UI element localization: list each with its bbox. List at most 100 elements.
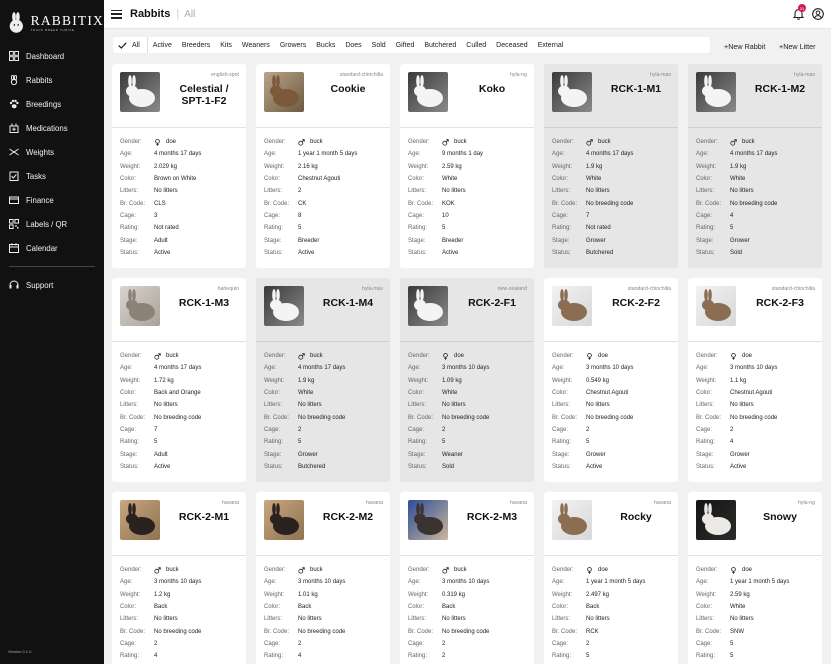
tab-active[interactable]: Active (148, 37, 177, 53)
detail-value-br-code: No breeding code (586, 200, 634, 207)
sidebar-item-labels-qr[interactable]: Labels / QR (0, 212, 104, 236)
detail-value-wrap: 4 months 17 days (586, 151, 633, 157)
detail-row-gender: Gender: buck (120, 564, 246, 576)
rabbit-card[interactable]: havana RCK-2-M2 Gender: buck Age: 3 months 10… (256, 492, 390, 664)
rabbit-name: Celestial / SPT-1-F2 (179, 83, 229, 108)
detail-value-wrap: 1.1 kg (730, 378, 746, 384)
tab-butchered[interactable]: Butchered (419, 37, 461, 53)
male-icon (442, 566, 449, 574)
tab-culled[interactable]: Culled (461, 37, 491, 53)
account-icon[interactable] (812, 8, 824, 20)
detail-label: Weight: (696, 591, 717, 598)
rabbit-card[interactable]: hyla-ng Koko Gender: buck Age: 9 months 1 day… (400, 64, 534, 268)
detail-row-rating: Rating: 5 (264, 222, 390, 234)
rabbit-photo (264, 72, 304, 112)
detail-row-status: Status: Butchered (552, 247, 678, 259)
tab-growers[interactable]: Growers (275, 37, 311, 53)
detail-value-gender: doe (166, 139, 177, 146)
detail-label: Color: (408, 390, 425, 397)
detail-value-wrap: 2 (298, 188, 301, 194)
detail-label: Status: (408, 463, 427, 470)
rabbit-photo (120, 286, 160, 326)
detail-row-litters: Litters: No litters (408, 613, 534, 625)
rabbit-card[interactable]: havana RCK-2-M3 Gender: buck Age: 3 months 10… (400, 492, 534, 664)
detail-value-color: White (442, 176, 458, 183)
tab-sold[interactable]: Sold (367, 37, 391, 53)
logo[interactable]: RABBITIX TRACK BREED THRIVE (0, 4, 104, 42)
sidebar-item-medications[interactable]: Medications (0, 116, 104, 140)
rabbit-card[interactable]: english-spot Celestial / SPT-1-F2 Gender: d… (112, 64, 246, 268)
rabbit-card[interactable]: hyla-max RCK-1-M4 Gender: buck Age: 4 months … (256, 278, 390, 482)
detail-label: Age: (120, 579, 133, 586)
detail-value-color: Chestnut Agouti (730, 390, 773, 397)
detail-label: Litters: (552, 188, 571, 195)
detail-value-status: Butchered (586, 249, 614, 256)
sidebar-item-calendar[interactable]: Calendar (0, 236, 104, 260)
sidebar-item-finance[interactable]: Finance (0, 188, 104, 212)
rabbit-photo (696, 500, 736, 540)
detail-value-wrap: No litters (298, 616, 322, 622)
sidebar-item-breedings[interactable]: Breedings (0, 92, 104, 116)
card-header: new-zealand RCK-2-F1 (400, 278, 534, 342)
detail-value-wrap: 5 (586, 439, 589, 445)
rabbit-photo (552, 500, 592, 540)
rabbit-card[interactable]: havana Rocky Gender: doe Age: 1 year 1 month … (544, 492, 678, 664)
detail-value-wrap: Active (730, 464, 746, 470)
detail-value-wrap: Breeder (298, 238, 319, 244)
female-icon (587, 566, 592, 574)
rabbit-card[interactable]: new-zealand RCK-2-F1 Gender: doe Age: 3 month… (400, 278, 534, 482)
rabbit-card[interactable]: standard-chinchilla RCK-2-F2 Gender: doe Age… (544, 278, 678, 482)
detail-value-wrap: Breeder (442, 238, 463, 244)
rabbit-details: Gender: buck Age: 3 months 10 days Weight: 1.… (256, 556, 390, 664)
detail-row-age: Age: 1 year 1 month 5 days (552, 576, 678, 588)
detail-row-litters: Litters: No litters (120, 613, 246, 625)
sidebar-item-tasks[interactable]: Tasks (0, 164, 104, 188)
rabbit-photo (408, 72, 448, 112)
detail-row-stage: Stage: Grower (264, 448, 390, 460)
logo-text: RABBITIX (30, 13, 104, 29)
menu-icon[interactable] (111, 9, 122, 19)
rabbit-card[interactable]: havana RCK-2-M1 Gender: buck Age: 3 months 10… (112, 492, 246, 664)
sidebar-item-rabbits[interactable]: Rabbits (0, 68, 104, 92)
detail-value-color: Chestnut Agouti (298, 176, 341, 183)
detail-label: Weight: (408, 163, 429, 170)
detail-row-cage: Cage: 2 (696, 424, 822, 436)
detail-value-litters: No litters (154, 616, 178, 623)
sidebar-item-label: Finance (26, 195, 54, 205)
rabbit-card[interactable]: harlequin RCK-1-M3 Gender: buck Age: 4 months… (112, 278, 246, 482)
tab-deceased[interactable]: Deceased (491, 37, 533, 53)
check-icon (118, 41, 127, 49)
tab-all[interactable]: All (113, 37, 148, 53)
card-header: standard-chinchilla RCK-2-F2 (544, 278, 678, 342)
detail-label: Status: (264, 249, 283, 256)
new-litter-button[interactable]: +New Litter (779, 42, 816, 51)
detail-label: Age: (552, 365, 565, 372)
detail-value-status: Sold (442, 463, 455, 470)
tab-kits[interactable]: Kits (215, 37, 237, 53)
tab-breeders[interactable]: Breeders (177, 37, 215, 53)
detail-value-wrap: No breeding code (298, 415, 345, 421)
bunny-logo-icon (9, 12, 23, 33)
detail-row-rating: Rating: 2 (408, 650, 534, 662)
detail-value-weight: 0.549 kg (586, 377, 610, 384)
rabbit-card[interactable]: hyla-max RCK-1-M1 Gender: buck Age: 4 months … (544, 64, 678, 268)
rabbit-card[interactable]: hyla-ng Snowy Gender: doe Age: 1 year 1 month… (688, 492, 822, 664)
tab-gifted[interactable]: Gifted (391, 37, 420, 53)
detail-label: Litters: (120, 188, 139, 195)
rabbit-card[interactable]: standard-chinchilla RCK-2-F3 Gender: doe Age… (688, 278, 822, 482)
sidebar-item-support[interactable]: Support (0, 273, 104, 297)
rabbit-card[interactable]: standard-chinchilla Cookie Gender: buck Age:… (256, 64, 390, 268)
sidebar-item-weights[interactable]: Weights (0, 140, 104, 164)
tab-external[interactable]: External (533, 37, 569, 53)
tab-weaners[interactable]: Weaners (237, 37, 275, 53)
detail-row-gender: Gender: doe (552, 350, 678, 362)
detail-label: Color: (552, 176, 569, 183)
sidebar-item-dashboard[interactable]: Dashboard (0, 44, 104, 68)
rabbit-card[interactable]: hyla-max RCK-1-M2 Gender: buck Age: 4 months … (688, 64, 822, 268)
detail-label: Color: (120, 176, 137, 183)
detail-row-status: Status: Active (552, 461, 678, 473)
tab-does[interactable]: Does (340, 37, 366, 53)
new-rabbit-button[interactable]: +New Rabbit (724, 42, 765, 51)
tab-bucks[interactable]: Bucks (311, 37, 340, 53)
rabbit-photo (552, 72, 592, 112)
